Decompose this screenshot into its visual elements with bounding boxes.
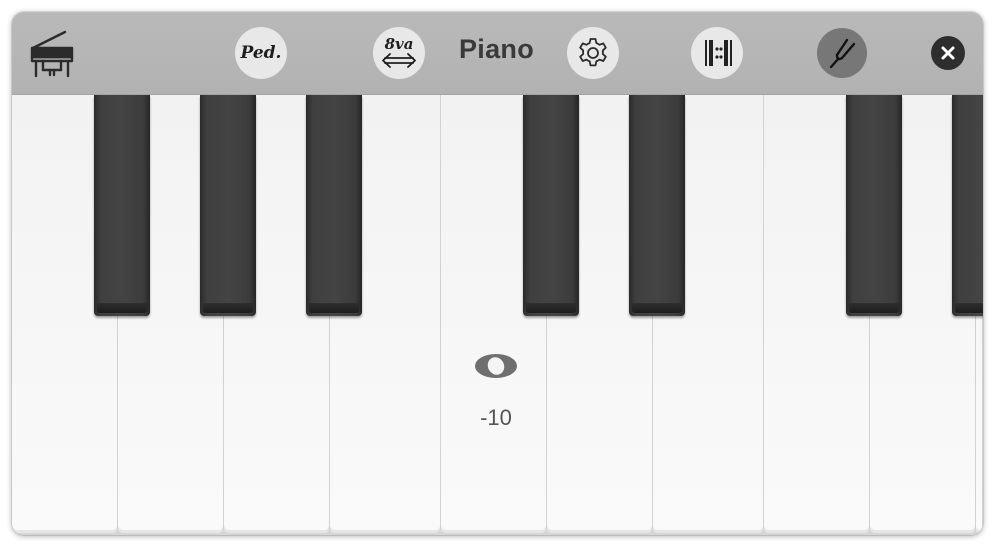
piano-keyboard bbox=[12, 95, 983, 535]
octave-shift-button[interactable]: 8va bbox=[373, 27, 425, 79]
close-icon bbox=[941, 46, 955, 60]
settings-button[interactable] bbox=[567, 27, 619, 79]
repeat-button[interactable] bbox=[691, 27, 743, 79]
piano-window: Ped. 8va Piano -10 bbox=[12, 12, 983, 535]
octave-shift-icon: 8va bbox=[382, 35, 416, 68]
sustain-pedal-icon: Ped. bbox=[240, 43, 282, 63]
repeat-bar-icon bbox=[705, 40, 732, 66]
sustain-pedal-button[interactable]: Ped. bbox=[235, 27, 287, 79]
black-key-3[interactable] bbox=[306, 95, 362, 316]
gear-icon bbox=[579, 38, 607, 67]
black-key-6[interactable] bbox=[846, 95, 902, 316]
pitch-offset-value: -10 bbox=[480, 405, 512, 430]
grand-piano-icon[interactable] bbox=[28, 28, 76, 85]
tuning-fork-icon bbox=[829, 38, 856, 69]
instrument-title: Piano bbox=[459, 34, 535, 64]
svg-text:8va: 8va bbox=[385, 35, 414, 53]
toolbar: Ped. 8va Piano bbox=[12, 12, 983, 95]
black-key-5[interactable] bbox=[629, 95, 685, 316]
svg-text:Ped.: Ped. bbox=[240, 43, 282, 63]
black-key-1[interactable] bbox=[94, 95, 150, 316]
close-button[interactable] bbox=[931, 36, 965, 70]
pitch-ring-icon bbox=[475, 354, 517, 378]
black-key-7[interactable] bbox=[952, 95, 983, 316]
black-key-2[interactable] bbox=[200, 95, 256, 316]
black-key-4[interactable] bbox=[523, 95, 579, 316]
tuning-button[interactable] bbox=[817, 28, 867, 78]
